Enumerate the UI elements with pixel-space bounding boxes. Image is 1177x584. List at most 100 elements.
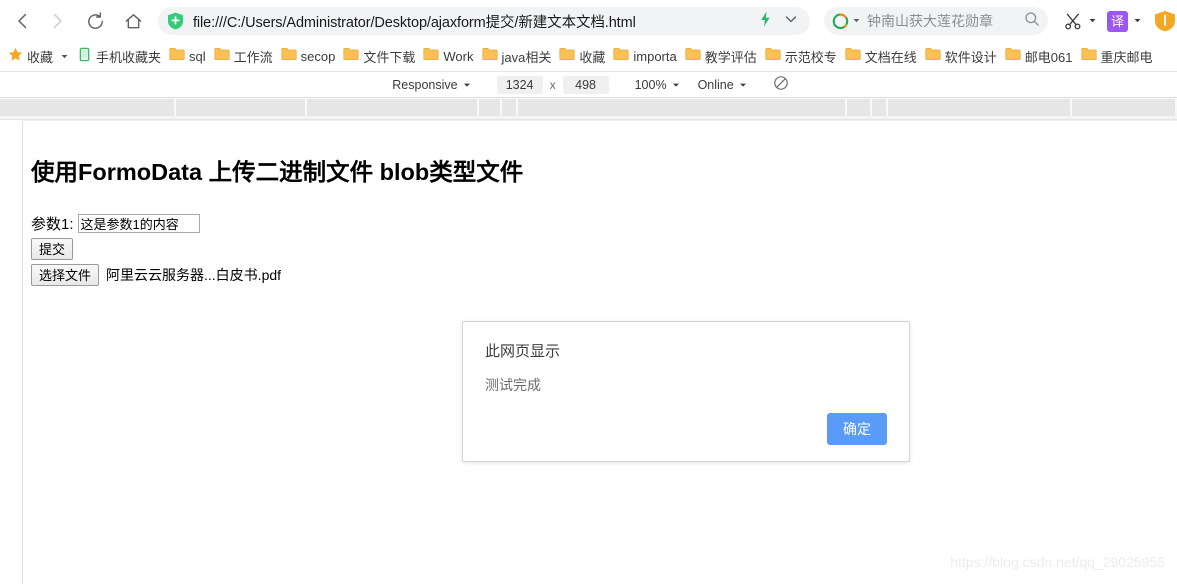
device-caret-down-icon — [463, 78, 471, 92]
page-content: 使用FormoData 上传二进制文件 blob类型文件 参数1: 提交 选择文… — [23, 121, 1177, 286]
zoom-caret-down-icon — [672, 78, 680, 92]
watermark-text: https://blog.csdn.net/qq_29025955 — [950, 554, 1165, 570]
security-extension-button[interactable] — [1154, 4, 1176, 38]
bookmark-favorites[interactable]: 收藏 — [4, 45, 73, 69]
scissors-icon — [1065, 13, 1081, 29]
lightning-bolt-icon[interactable] — [759, 11, 772, 32]
bookmark-folder-docs-online[interactable]: 文档在线 — [841, 45, 921, 69]
translate-icon: 译 — [1107, 10, 1128, 32]
home-icon — [125, 13, 141, 28]
browser-chrome: file:///C:/Users/Administrator/Desktop/a… — [0, 0, 1177, 120]
folder-icon — [169, 47, 185, 66]
address-bar-chevron-down-icon[interactable] — [784, 12, 798, 31]
viewport-height-input[interactable]: 498 — [562, 75, 609, 94]
tab-strip-segment[interactable] — [0, 99, 175, 116]
page-tab-strip — [0, 98, 1177, 120]
bookmark-label: 邮电061 — [1024, 50, 1073, 65]
tab-strip-segment[interactable] — [478, 99, 501, 116]
javascript-alert-dialog: 此网页显示 测试完成 确定 — [462, 321, 910, 462]
bookmark-folder-secop[interactable]: secop — [277, 45, 340, 69]
browser-search-box[interactable]: 钟南山获大莲花勋章 — [824, 7, 1048, 35]
selected-file-name: 阿里云云服务器...白皮书.pdf — [106, 267, 282, 283]
bookmark-folder-youdian061[interactable]: 邮电061 — [1001, 45, 1077, 69]
search-icon[interactable] — [1024, 11, 1040, 32]
tab-strip-segment[interactable] — [502, 99, 517, 116]
bookmark-folder-workflow[interactable]: 工作流 — [210, 45, 277, 69]
bookmark-folder-teaching-eval[interactable]: 教学评估 — [681, 45, 761, 69]
throttling-label: Online — [697, 77, 734, 92]
bookmark-folder-favorites2[interactable]: 收藏 — [555, 45, 609, 69]
search-engine-caret-down-icon[interactable] — [852, 12, 861, 30]
submit-row: 提交 — [31, 238, 1177, 260]
back-button[interactable] — [6, 4, 40, 38]
submit-button[interactable]: 提交 — [31, 238, 74, 260]
bookmark-folder-work[interactable]: Work — [419, 45, 477, 69]
address-bar-url: file:///C:/Users/Administrator/Desktop/a… — [193, 14, 636, 31]
star-icon — [8, 47, 23, 67]
forward-arrow-icon — [53, 13, 62, 29]
folder-icon — [214, 47, 230, 66]
360-search-icon[interactable] — [832, 13, 849, 30]
param1-label: 参数1: — [31, 216, 74, 233]
home-button[interactable] — [116, 4, 150, 38]
tab-strip-segment[interactable] — [872, 99, 887, 116]
tab-strip-segment[interactable] — [306, 99, 477, 116]
translate-extension-button[interactable]: 译 — [1107, 4, 1142, 38]
bookmark-label: sql — [189, 49, 206, 64]
bookmark-folder-cqupt[interactable]: 重庆邮电 — [1077, 45, 1157, 69]
folder-icon — [925, 47, 941, 66]
param1-input[interactable] — [77, 214, 200, 233]
phone-icon — [77, 47, 92, 67]
responsive-viewport-area: 使用FormoData 上传二进制文件 blob类型文件 参数1: 提交 选择文… — [0, 120, 1177, 584]
tab-strip-segment[interactable] — [176, 99, 305, 116]
upload-form: 参数1: 提交 选择文件 阿里云云服务器...白皮书.pdf — [31, 213, 1177, 286]
bookmark-folder-downloads[interactable]: 文件下载 — [339, 45, 419, 69]
bookmark-caret-down-icon[interactable] — [60, 48, 69, 66]
folder-icon — [1005, 47, 1021, 66]
tab-strip-segment[interactable] — [1072, 99, 1175, 116]
folder-icon — [613, 47, 629, 66]
bookmark-label: 收藏 — [27, 50, 54, 65]
address-bar[interactable]: file:///C:/Users/Administrator/Desktop/a… — [158, 7, 810, 35]
bookmark-mobile-favorites[interactable]: 手机收藏夹 — [73, 45, 165, 69]
network-throttling-selector[interactable]: Online — [694, 75, 751, 95]
translate-caret-down-icon[interactable] — [1133, 12, 1142, 30]
screenshot-scissors-button[interactable] — [1064, 4, 1097, 38]
tab-strip-segment[interactable] — [888, 99, 1071, 116]
zoom-selector[interactable]: 100% — [631, 75, 684, 95]
dialog-ok-button[interactable]: 确定 — [827, 413, 887, 445]
reload-icon — [87, 11, 103, 29]
dialog-actions: 确定 — [485, 413, 887, 445]
bookmark-folder-java[interactable]: java相关 — [478, 45, 556, 69]
tab-strip-segment[interactable] — [846, 99, 871, 116]
bookmark-label: 文档在线 — [864, 50, 917, 65]
forward-button[interactable] — [40, 4, 74, 38]
bookmark-folder-importa[interactable]: importa — [609, 45, 680, 69]
bookmark-label: 文件下载 — [363, 50, 416, 65]
choose-file-button[interactable]: 选择文件 — [31, 264, 100, 286]
search-query-text: 钟南山获大莲花勋章 — [867, 13, 993, 29]
reload-button[interactable] — [78, 4, 112, 38]
shield-security-icon — [1155, 11, 1175, 32]
folder-icon — [281, 47, 297, 66]
file-row: 选择文件 阿里云云服务器...白皮书.pdf — [31, 264, 1177, 286]
bookmark-label: 教学评估 — [704, 50, 757, 65]
bookmark-label: 工作流 — [233, 50, 273, 65]
folder-icon — [685, 47, 701, 66]
tab-strip-segment[interactable] — [518, 99, 845, 116]
scissors-caret-down-icon[interactable] — [1088, 12, 1097, 30]
bookmark-folder-software-design[interactable]: 软件设计 — [921, 45, 1001, 69]
bookmark-label: java相关 — [501, 50, 552, 65]
bookmark-label: secop — [300, 49, 336, 64]
bookmark-folder-demo-school[interactable]: 示范校专 — [761, 45, 841, 69]
viewport-width-input[interactable]: 1324 — [496, 75, 543, 94]
bookmark-folder-sql[interactable]: sql — [165, 45, 210, 69]
no-cache-icon[interactable] — [773, 75, 789, 94]
folder-icon — [343, 47, 359, 66]
device-selector[interactable]: Responsive — [388, 75, 474, 95]
page-title: 使用FormoData 上传二进制文件 blob类型文件 — [31, 159, 524, 185]
throttling-caret-down-icon — [739, 78, 747, 92]
bookmark-label: 收藏 — [579, 50, 606, 65]
folder-icon — [481, 47, 498, 66]
bookmark-label: importa — [633, 49, 677, 64]
